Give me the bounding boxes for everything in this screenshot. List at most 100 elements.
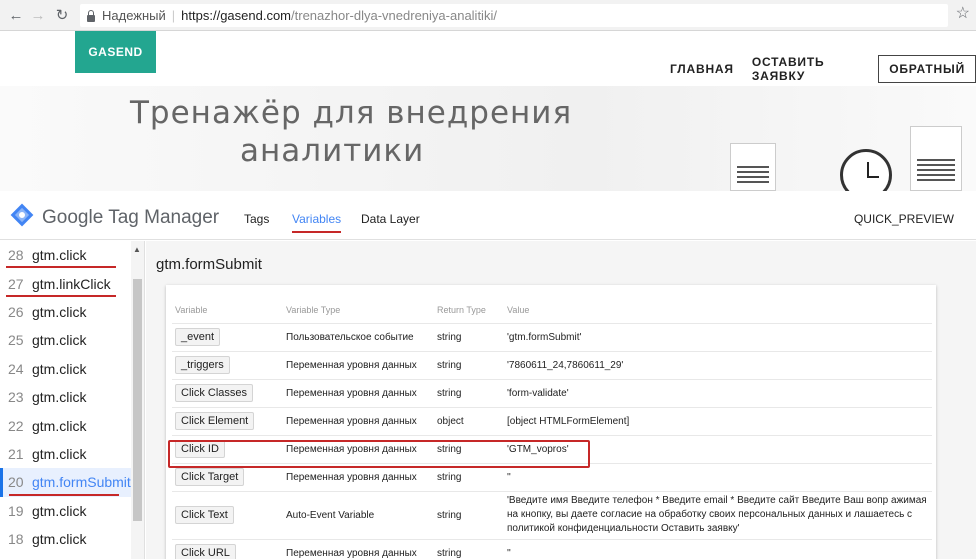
variable-name-chip[interactable]: _event: [175, 328, 221, 346]
event-list-item[interactable]: 24 gtm.click: [0, 355, 144, 383]
scroll-up-arrow-icon[interactable]: ▲: [133, 245, 141, 254]
site-logo[interactable]: GASEND: [75, 31, 156, 73]
variable-name-chip[interactable]: Click Classes: [175, 384, 254, 402]
event-list-item[interactable]: 22 gtm.click: [0, 411, 144, 439]
variable-name-chip[interactable]: Click Target: [175, 468, 245, 486]
gtm-toolbar: Google Tag Manager Tags Variables Data L…: [0, 191, 976, 240]
variable-name-chip[interactable]: Click URL: [175, 544, 236, 559]
annotation-underline: [6, 294, 116, 297]
table-row: _triggers Переменная уровня данных string '…: [172, 351, 932, 379]
event-number: 22: [8, 417, 24, 434]
event-name: gtm.click: [32, 445, 87, 462]
forward-arrow-icon[interactable]: →: [28, 5, 48, 25]
url-host: https://gasend.com: [181, 8, 292, 23]
tab-tags[interactable]: Tags: [244, 212, 269, 226]
event-number: 20: [8, 474, 24, 491]
event-list-item[interactable]: 23 gtm.click: [0, 383, 144, 411]
annotation-underline: [9, 493, 119, 496]
event-name: gtm.formSubmit: [32, 474, 131, 491]
event-number: 21: [8, 445, 24, 462]
return-type-cell: string: [437, 472, 462, 483]
event-name: gtm.linkClick: [32, 275, 111, 292]
tab-variables[interactable]: Variables: [292, 212, 342, 233]
column-header-variable: Variable: [175, 305, 208, 315]
event-list-item[interactable]: 18 gtm.click: [0, 525, 144, 553]
variable-type-cell: Auto-Event Variable: [286, 510, 375, 521]
event-name: gtm.click: [32, 247, 87, 264]
event-list: 28 gtm.click 27 gtm.linkClick 26 gtm.click 25 g…: [0, 241, 145, 559]
address-divider: |: [171, 8, 176, 23]
document-illustration: [730, 143, 776, 191]
event-number: 24: [8, 360, 24, 377]
event-name: gtm.click: [32, 332, 87, 349]
document-illustration: [910, 126, 962, 191]
variable-type-cell: Переменная уровня данных: [286, 416, 417, 427]
quick-preview-label: QUICK_PREVIEW: [853, 212, 954, 226]
table-row: Click Classes Переменная уровня данных str…: [172, 379, 932, 407]
table-row: _event Пользовательское событие string 'gtm…: [172, 323, 932, 351]
event-list-item[interactable]: 20 gtm.formSubmit: [0, 468, 144, 497]
variable-type-cell: Пользовательское событие: [286, 332, 414, 343]
column-header-value: Value: [507, 305, 530, 315]
event-name: gtm.click: [32, 360, 87, 377]
annotation-highlight-box: [168, 440, 590, 468]
event-number: 28: [8, 247, 24, 264]
return-type-cell: string: [437, 548, 462, 559]
table-row: Click Text Auto-Event Variable string 'Введ…: [172, 491, 932, 539]
event-title: gtm.formSubmit: [156, 256, 262, 273]
value-cell: '': [507, 548, 511, 559]
back-arrow-icon[interactable]: ←: [6, 5, 26, 25]
event-list-item[interactable]: 25 gtm.click: [0, 326, 144, 354]
variable-type-cell: Переменная уровня данных: [286, 472, 417, 483]
event-name: gtm.click: [32, 389, 87, 406]
event-list-item[interactable]: 19 gtm.click: [0, 497, 144, 525]
event-number: 23: [8, 389, 24, 406]
browser-toolbar: ← → ↻ Надежный | https://gasend.com/tren…: [0, 0, 976, 31]
nav-link-home[interactable]: ГЛАВНАЯ: [670, 62, 734, 76]
event-list-item[interactable]: 28 gtm.click: [0, 241, 144, 269]
table-row: Click Element Переменная уровня данных obj…: [172, 407, 932, 435]
event-name: gtm.click: [32, 531, 87, 548]
annotation-underline: [292, 231, 342, 233]
variable-name-chip[interactable]: Click Text: [175, 506, 234, 524]
event-number: 27: [8, 275, 24, 292]
lock-icon: [86, 9, 96, 22]
nav-callback-button[interactable]: ОБРАТНЫЙ: [878, 55, 976, 83]
return-type-cell: string: [437, 332, 462, 343]
bookmark-star-icon[interactable]: ☆: [956, 3, 970, 23]
gtm-logo-icon: [10, 203, 34, 227]
variable-type-cell: Переменная уровня данных: [286, 388, 417, 399]
table-row: Click URL Переменная уровня данных string '…: [172, 539, 932, 559]
tab-data-layer[interactable]: Data Layer: [361, 212, 420, 226]
nav-link-request[interactable]: ОСТАВИТЬ ЗАЯВКУ: [752, 55, 860, 83]
column-header-return-type: Return Type: [437, 305, 486, 315]
event-list-item[interactable]: 27 gtm.linkClick: [0, 269, 144, 297]
return-type-cell: object: [437, 416, 464, 427]
value-cell: 'form-validate': [507, 388, 569, 399]
annotation-underline: [6, 266, 116, 269]
scrollbar-thumb[interactable]: [133, 279, 142, 521]
return-type-cell: string: [437, 360, 462, 371]
return-type-cell: string: [437, 510, 462, 521]
variable-name-chip[interactable]: Click Element: [175, 412, 255, 430]
event-number: 25: [8, 332, 24, 349]
variable-type-cell: Переменная уровня данных: [286, 548, 417, 559]
return-type-cell: string: [437, 388, 462, 399]
event-name: gtm.click: [32, 303, 87, 320]
website-header: GASEND ГЛАВНАЯ ОСТАВИТЬ ЗАЯВКУ ОБРАТНЫЙ …: [0, 31, 976, 191]
event-list-item[interactable]: 21 gtm.click: [0, 440, 144, 468]
event-list-item[interactable]: 26 gtm.click: [0, 298, 144, 326]
column-header-variable-type: Variable Type: [286, 305, 341, 315]
event-name: gtm.click: [32, 417, 87, 434]
gtm-title: Google Tag Manager: [42, 207, 220, 228]
secure-label: Надежный: [102, 8, 166, 23]
value-cell: [object HTMLFormElement]: [507, 416, 630, 427]
event-detail-panel: gtm.formSubmit Variable Variable Type Re…: [146, 241, 976, 559]
value-cell: '7860611_24,7860611_29': [507, 360, 624, 371]
variable-name-chip[interactable]: _triggers: [175, 356, 230, 374]
event-name: gtm.click: [32, 502, 87, 519]
reload-icon[interactable]: ↻: [52, 5, 72, 25]
variable-type-cell: Переменная уровня данных: [286, 360, 417, 371]
address-bar[interactable]: Надежный | https://gasend.com/trenazhor-…: [80, 4, 948, 27]
variables-table: Variable Variable Type Return Type Value…: [166, 285, 936, 559]
